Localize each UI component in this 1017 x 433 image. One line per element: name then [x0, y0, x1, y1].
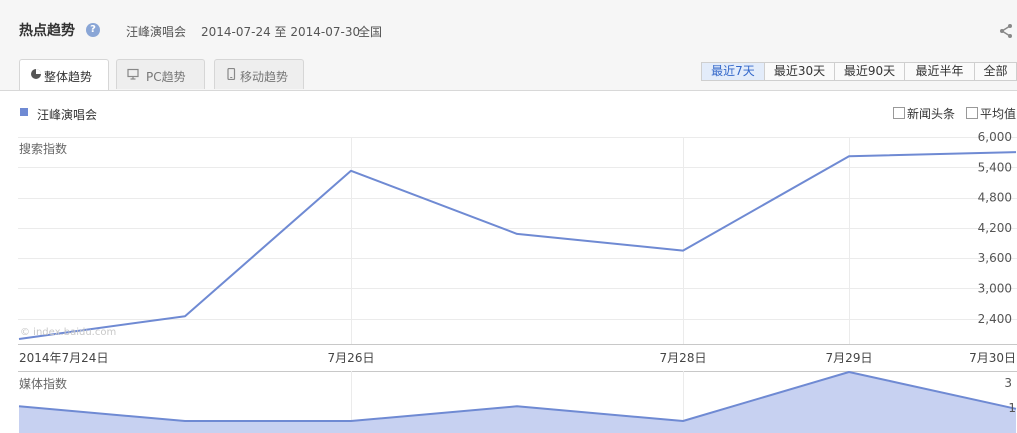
- tab-pc-trend[interactable]: PC趋势: [116, 59, 205, 89]
- tab-overall-trend[interactable]: 整体趋势: [19, 59, 109, 90]
- tab-label: PC趋势: [146, 70, 186, 84]
- keyword-label: 汪峰演唱会: [126, 25, 187, 39]
- y-tick-label: 4,800: [978, 191, 1012, 205]
- legend-label: 汪峰演唱会: [37, 108, 98, 122]
- tab-mobile-trend[interactable]: 移动趋势: [214, 59, 304, 89]
- news-headline-label: 新闻头条: [907, 107, 956, 121]
- average-checkbox[interactable]: 平均值: [966, 105, 1016, 122]
- series-line-search-index: [18, 151, 1017, 340]
- y-tick-label: 3,000: [978, 281, 1012, 295]
- watermark-text: © index.baidu.com: [20, 327, 116, 338]
- average-label: 平均值: [980, 107, 1017, 121]
- range-7-days-button[interactable]: 最近7天: [702, 63, 765, 80]
- news-headline-checkbox[interactable]: 新闻头条: [893, 105, 955, 122]
- region-label: 全国: [358, 25, 383, 39]
- pie-icon: [31, 69, 41, 79]
- page-title: 热点趋势: [19, 23, 75, 39]
- monitor-icon: [127, 68, 139, 80]
- tab-label: 移动趋势: [240, 70, 289, 84]
- x-tick-label: 2014年7月24日: [19, 351, 108, 365]
- y-axis-title: 媒体指数: [19, 376, 67, 391]
- series-line-media-index: [18, 371, 1017, 422]
- series-area-media-index: [19, 372, 1016, 433]
- y-tick-label: 2,400: [978, 312, 1012, 326]
- y-tick-label: 1: [1008, 401, 1016, 415]
- help-icon[interactable]: ?: [86, 23, 100, 37]
- share-icon[interactable]: [998, 23, 1014, 39]
- y-axis-title: 搜索指数: [19, 141, 67, 156]
- range-30-days-button[interactable]: 最近30天: [765, 63, 835, 80]
- header-bar: 热点趋势 ? 汪峰演唱会 2014-07-24 至 2014-07-30 全国 …: [0, 0, 1017, 91]
- y-tick-label: 3: [1004, 376, 1012, 390]
- range-half-year-button[interactable]: 最近半年: [905, 63, 975, 80]
- x-tick-label: 7月26日: [328, 351, 375, 365]
- checkbox-icon: [966, 107, 978, 119]
- y-tick-label: 6,000: [978, 130, 1012, 144]
- date-range-label: 2014-07-24 至 2014-07-30: [201, 25, 361, 39]
- checkbox-icon: [893, 107, 905, 119]
- range-all-button[interactable]: 全部: [975, 63, 1016, 80]
- x-tick-label: 7月29日: [826, 351, 873, 365]
- time-range-selector: 最近7天 最近30天 最近90天 最近半年 全部: [701, 62, 1017, 81]
- y-tick-label: 5,400: [978, 160, 1012, 174]
- x-tick-label: 7月30日: [969, 351, 1016, 365]
- mobile-icon: [227, 68, 236, 80]
- tab-label: 整体趋势: [44, 70, 93, 84]
- legend-marker: [20, 108, 28, 116]
- range-90-days-button[interactable]: 最近90天: [835, 63, 905, 80]
- x-tick-label: 7月28日: [660, 351, 707, 365]
- y-tick-label: 3,600: [978, 251, 1012, 265]
- y-tick-label: 4,200: [978, 221, 1012, 235]
